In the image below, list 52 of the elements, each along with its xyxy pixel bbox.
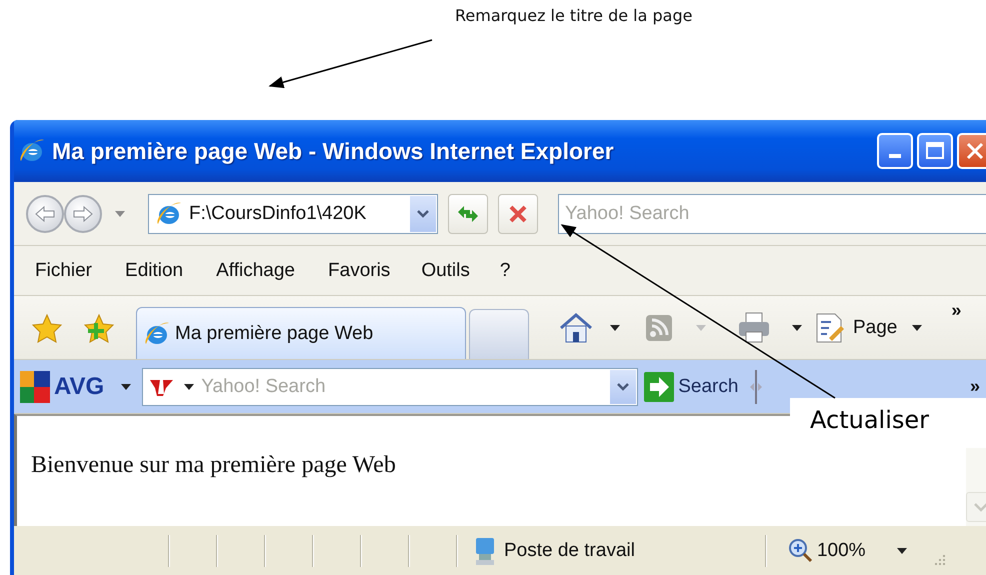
overflow-chevron[interactable]: » [951,300,962,321]
menu-item[interactable]: Outils [421,260,470,282]
toolbar-grip-icon[interactable] [748,370,764,404]
page-menu-button[interactable]: Page [853,316,898,338]
browser-tab[interactable]: Ma première page Web [136,307,466,359]
security-zone: Poste de travail [504,540,635,562]
window-title: Ma première page Web - Windows Internet Explorer [52,138,614,164]
search-button[interactable]: Search [678,376,738,398]
page-text: Bienvenue sur ma première page Web [31,452,396,480]
maximize-icon [925,141,945,161]
menu-item[interactable]: Fichier [35,260,92,282]
feed-icon[interactable] [645,314,673,342]
close-button[interactable] [957,133,986,169]
stop-button[interactable] [498,194,538,234]
maximize-button[interactable] [917,133,953,169]
chevron-down-icon [973,502,986,512]
printer-icon[interactable] [737,312,771,344]
minimize-icon [889,154,901,158]
zoom-level[interactable]: 100% [816,540,866,562]
history-caret-icon[interactable] [114,210,126,218]
refresh-button[interactable] [448,194,488,234]
page-caret-icon[interactable] [911,324,924,332]
print-caret-icon[interactable] [791,324,803,332]
computer-icon [474,536,496,566]
home-icon[interactable] [559,312,593,344]
right-arrow-icon [72,204,94,222]
annotation-note: Remarquez le titre de la page [455,6,692,27]
left-arrow-icon [34,204,56,222]
minimize-button[interactable] [877,133,913,169]
favorites-star-icon[interactable] [32,312,62,342]
avg-logo: AVG [54,372,104,400]
menu-item[interactable]: Favoris [328,260,390,282]
back-button[interactable] [26,194,64,232]
chevron-down-icon [416,208,430,218]
address-field[interactable]: F:\CoursDinfo1\420K [148,194,438,234]
dropdown-button[interactable] [610,370,636,404]
zoom-caret-icon[interactable] [896,546,908,554]
zoom-icon[interactable] [788,538,813,562]
menu-item[interactable]: Affichage [216,260,296,282]
menu-item[interactable]: ? [500,260,510,282]
page-icon[interactable] [815,312,845,344]
overflow-chevron[interactable]: » [970,376,980,397]
yahoo-caret-icon[interactable] [183,382,196,390]
chevron-down-icon [616,382,630,392]
close-icon [965,141,985,161]
add-favorite-icon[interactable] [84,312,114,342]
avg-caret-icon[interactable] [120,382,132,390]
forward-button[interactable] [64,194,102,232]
x-icon [507,202,529,224]
home-caret-icon[interactable] [609,324,621,332]
dropdown-button[interactable] [410,196,436,232]
menu-item[interactable]: Edition [125,260,184,282]
